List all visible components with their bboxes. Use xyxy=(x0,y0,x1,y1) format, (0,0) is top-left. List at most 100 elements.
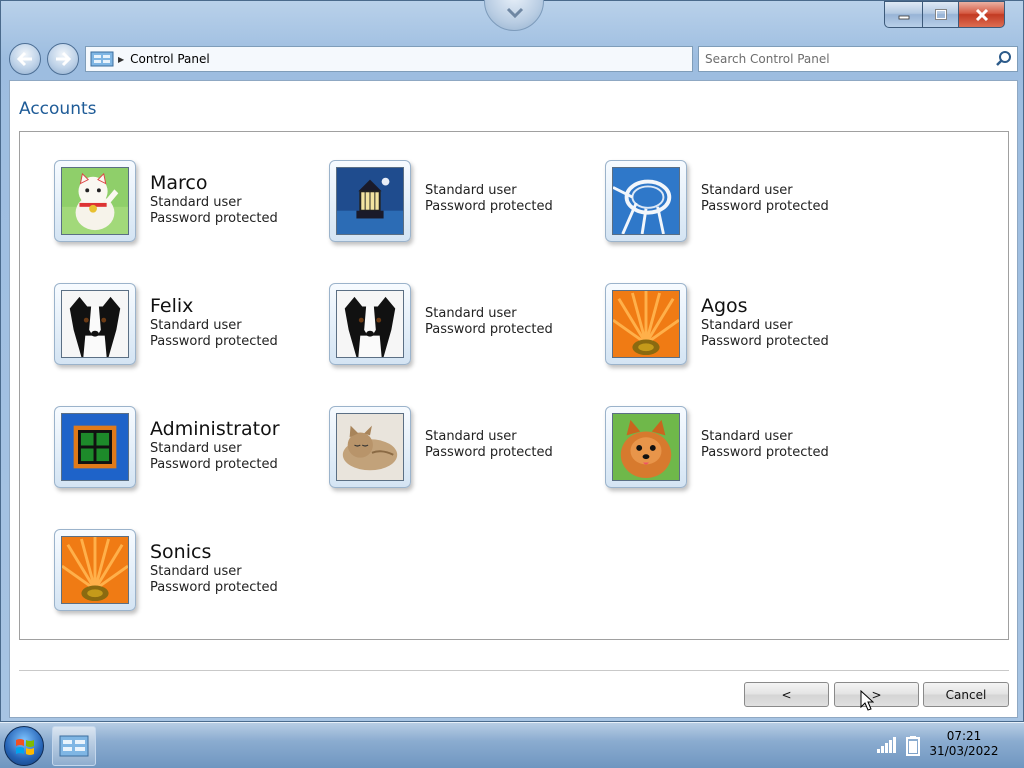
maximize-button[interactable] xyxy=(922,1,958,28)
account-picture[interactable] xyxy=(54,406,136,488)
account-tile[interactable]: Standard user Password protected xyxy=(329,160,594,250)
maximize-icon xyxy=(934,9,947,20)
network-signal-icon[interactable] xyxy=(876,736,898,758)
address-bar[interactable]: ▶ Control Panel xyxy=(85,46,693,72)
search-icon[interactable] xyxy=(995,50,1013,68)
account-name: Agos xyxy=(701,295,748,317)
account-picture[interactable] xyxy=(54,283,136,365)
account-tile-sonics[interactable]: Sonics Standard user Password protected xyxy=(54,529,319,619)
dog-picture xyxy=(336,290,404,358)
account-tile-administrator[interactable]: Administrator Standard user Password pro… xyxy=(54,406,319,496)
mouse-pointer-icon xyxy=(860,689,875,716)
account-type: Standard user xyxy=(150,318,242,333)
back-arrow-icon xyxy=(16,51,32,67)
account-info: Standard user Password protected xyxy=(701,429,829,461)
account-tile[interactable]: Standard user Password protected xyxy=(605,160,870,250)
system-clock[interactable]: 07:21 31/03/2022 xyxy=(926,729,1002,759)
account-type: Standard user xyxy=(701,183,793,198)
account-tile[interactable]: Standard user Password protected xyxy=(605,406,870,496)
search-input[interactable] xyxy=(699,48,995,70)
close-icon xyxy=(975,8,988,21)
accounts-list: Marco Standard user Password protected S… xyxy=(19,131,1009,640)
chevron-down-icon xyxy=(504,2,526,24)
taskbar-control-panel-button[interactable] xyxy=(52,726,96,766)
forward-arrow-icon xyxy=(56,51,72,67)
account-picture[interactable] xyxy=(54,160,136,242)
account-info: Standard user Password protected xyxy=(425,306,553,338)
search-box xyxy=(698,46,1018,72)
battery-icon[interactable] xyxy=(906,736,920,760)
account-info: Felix Standard user Password protected xyxy=(150,295,278,350)
account-type: Standard user xyxy=(701,429,793,444)
taskbar: 07:21 31/03/2022 xyxy=(0,722,1024,768)
account-status: Password protected xyxy=(701,199,829,214)
account-tile-agos[interactable]: Agos Standard user Password protected xyxy=(605,283,870,373)
kitten-picture xyxy=(336,413,404,481)
footer-divider xyxy=(19,670,1009,671)
account-type: Standard user xyxy=(701,318,793,333)
account-tile[interactable]: Standard user Password protected xyxy=(329,406,594,496)
account-info: Standard user Password protected xyxy=(425,183,553,215)
lucky-cat-picture xyxy=(61,167,129,235)
account-picture[interactable] xyxy=(605,160,687,242)
account-name: Sonics xyxy=(150,541,212,563)
pomeranian-picture xyxy=(612,413,680,481)
account-picture[interactable] xyxy=(329,160,411,242)
start-button[interactable] xyxy=(4,726,44,766)
dog-picture xyxy=(61,290,129,358)
roller-coaster-picture xyxy=(612,167,680,235)
breadcrumb-control-panel[interactable]: Control Panel xyxy=(130,52,210,66)
account-status: Password protected xyxy=(150,580,278,595)
previous-button[interactable]: < xyxy=(744,682,829,707)
account-status: Password protected xyxy=(701,445,829,460)
content-pane: Accounts Marco Standard user Password pr… xyxy=(9,80,1018,718)
account-type: Standard user xyxy=(150,564,242,579)
account-type: Standard user xyxy=(150,195,242,210)
account-tile-marco[interactable]: Marco Standard user Password protected xyxy=(54,160,319,250)
cancel-button[interactable]: Cancel xyxy=(923,682,1009,707)
account-name: Felix xyxy=(150,295,194,317)
account-picture[interactable] xyxy=(329,406,411,488)
orange-flower-picture xyxy=(612,290,680,358)
account-type: Standard user xyxy=(425,183,517,198)
account-info: Marco Standard user Password protected xyxy=(150,172,278,227)
account-info: Standard user Password protected xyxy=(425,429,553,461)
account-type: Standard user xyxy=(150,441,242,456)
account-status: Password protected xyxy=(150,334,278,349)
lighthouse-picture xyxy=(336,167,404,235)
control-panel-icon xyxy=(59,735,89,757)
account-status: Password protected xyxy=(425,199,553,214)
orange-flower-picture xyxy=(61,536,129,604)
forward-button[interactable] xyxy=(47,43,79,75)
minimize-button[interactable] xyxy=(884,1,922,28)
caption-buttons xyxy=(884,1,1005,28)
control-panel-window: ▶ Control Panel Accounts xyxy=(0,0,1024,722)
account-type: Standard user xyxy=(425,429,517,444)
clock-date: 31/03/2022 xyxy=(929,744,999,758)
account-name: Administrator xyxy=(150,418,280,440)
account-picture[interactable] xyxy=(605,406,687,488)
breadcrumb-arrow-icon[interactable]: ▶ xyxy=(118,55,124,64)
clock-time: 07:21 xyxy=(946,729,982,743)
next-button[interactable]: > xyxy=(834,682,919,707)
control-panel-icon xyxy=(90,50,114,68)
account-info: Agos Standard user Password protected xyxy=(701,295,829,350)
page-title: Accounts xyxy=(19,99,97,119)
account-status: Password protected xyxy=(425,322,553,337)
account-tile-felix[interactable]: Felix Standard user Password protected xyxy=(54,283,319,373)
account-status: Password protected xyxy=(150,211,278,226)
desktop-peek-button[interactable] xyxy=(484,0,544,31)
account-name: Marco xyxy=(150,172,208,194)
minimize-icon xyxy=(898,15,909,19)
window-picture xyxy=(61,413,129,481)
account-type: Standard user xyxy=(425,306,517,321)
close-button[interactable] xyxy=(958,1,1005,28)
account-picture[interactable] xyxy=(54,529,136,611)
account-info: Sonics Standard user Password protected xyxy=(150,541,278,596)
account-picture[interactable] xyxy=(329,283,411,365)
account-picture[interactable] xyxy=(605,283,687,365)
windows-logo-icon xyxy=(16,739,34,755)
account-status: Password protected xyxy=(425,445,553,460)
back-button[interactable] xyxy=(9,43,41,75)
account-tile[interactable]: Standard user Password protected xyxy=(329,283,594,373)
